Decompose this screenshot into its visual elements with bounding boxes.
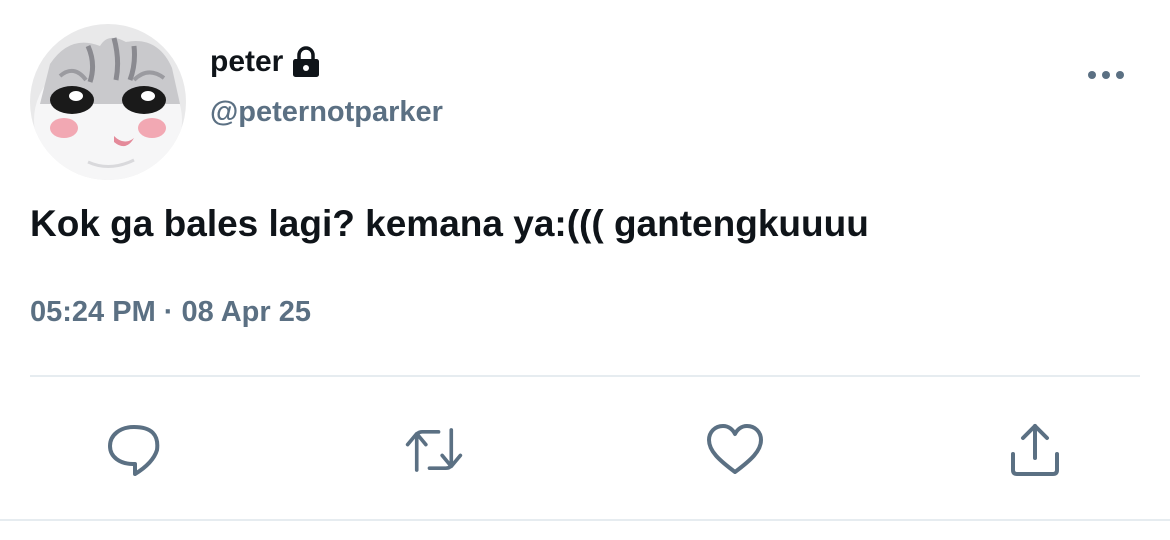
display-name-row[interactable]: peter <box>210 42 321 82</box>
tweet-timestamp[interactable]: 05:24 PM · 08 Apr 25 <box>30 296 311 329</box>
more-options-button[interactable] <box>1082 60 1130 90</box>
comment-icon <box>108 425 160 476</box>
display-name[interactable]: peter <box>210 45 283 79</box>
retweet-button[interactable] <box>404 420 464 480</box>
avatar[interactable] <box>30 24 186 180</box>
reply-button[interactable] <box>104 420 164 480</box>
more-dots-icon <box>1088 71 1124 79</box>
retweet-icon <box>405 428 463 472</box>
user-handle[interactable]: @peternotparker <box>210 96 443 129</box>
lock-icon <box>291 46 321 78</box>
divider <box>0 519 1170 521</box>
share-icon <box>1011 424 1059 476</box>
heart-icon <box>707 424 763 474</box>
divider <box>30 375 1140 377</box>
cat-avatar-icon <box>30 24 186 180</box>
share-button[interactable] <box>1005 420 1065 480</box>
tweet-text: Kok ga bales lagi? kemana ya:((( ganteng… <box>30 203 869 244</box>
like-button[interactable] <box>705 420 765 480</box>
